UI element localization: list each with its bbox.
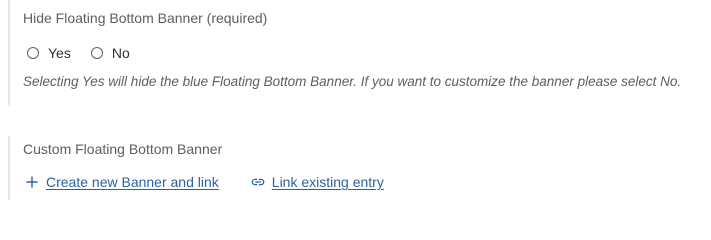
plus-icon bbox=[25, 175, 39, 189]
radio-label-yes[interactable]: Yes bbox=[48, 45, 71, 61]
custom-floating-banner-field: Custom Floating Bottom Banner Create new… bbox=[8, 136, 711, 200]
field-label-custom-banner: Custom Floating Bottom Banner bbox=[23, 141, 223, 157]
radio-button-yes[interactable] bbox=[27, 47, 39, 59]
radio-option-no[interactable]: No bbox=[90, 45, 130, 61]
reference-actions: Create new Banner and link Link existing… bbox=[25, 172, 384, 192]
link-icon bbox=[251, 175, 265, 189]
link-existing-entry-link[interactable]: Link existing entry bbox=[251, 174, 384, 190]
radio-button-no[interactable] bbox=[90, 47, 103, 59]
radio-label-no[interactable]: No bbox=[112, 45, 130, 61]
radio-group-hide-banner: Yes No bbox=[27, 44, 150, 62]
radio-option-yes[interactable]: Yes bbox=[27, 45, 71, 61]
link-existing-entry-label[interactable]: Link existing entry bbox=[272, 174, 384, 190]
field-label-hide-banner: Hide Floating Bottom Banner (required) bbox=[23, 10, 268, 26]
create-new-banner-link[interactable]: Create new Banner and link bbox=[25, 174, 219, 190]
hide-floating-banner-field: Hide Floating Bottom Banner (required) Y… bbox=[8, 0, 711, 106]
create-new-banner-label[interactable]: Create new Banner and link bbox=[46, 174, 219, 190]
help-text-hide-banner: Selecting Yes will hide the blue Floatin… bbox=[23, 74, 682, 89]
